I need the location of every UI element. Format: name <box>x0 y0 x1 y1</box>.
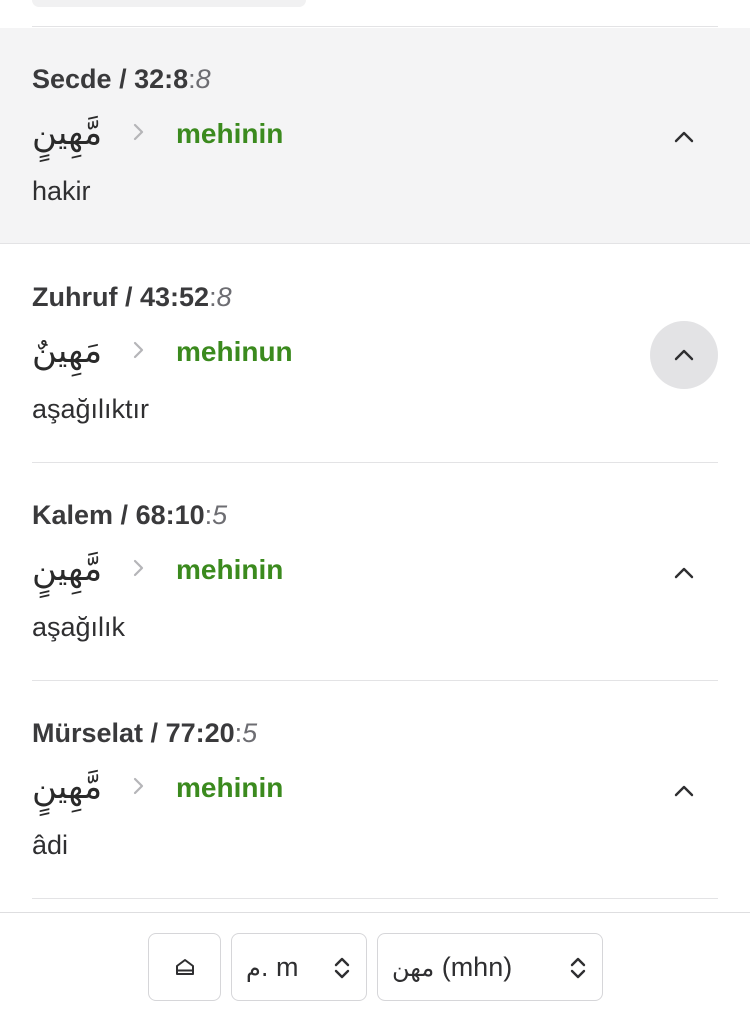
letter-select-value: م. m <box>246 952 299 983</box>
surah-name: Mürselat <box>32 718 144 748</box>
collapse-toggle[interactable] <box>650 539 718 607</box>
occurrence-row[interactable]: Mürselat / 77:20:5 مَّهِينٍ mehinin âdi <box>0 682 750 899</box>
letter-arabic: م. <box>246 953 269 982</box>
chevron-right-icon <box>132 120 146 151</box>
word-number: 5 <box>212 500 228 530</box>
root-latin: (mhn) <box>441 951 513 982</box>
surah-name: Zuhruf <box>32 282 118 312</box>
verse-reference: Secde / 32:8:8 <box>32 64 211 94</box>
chevron-up-icon <box>674 131 694 143</box>
word-number: 5 <box>242 718 258 748</box>
chevron-right-icon <box>132 774 146 805</box>
verse-reference: Zuhruf / 43:52:8 <box>32 282 232 312</box>
transliteration: mehinin <box>176 554 284 585</box>
chevron-up-icon <box>674 785 694 797</box>
root-select-value: مهن (mhn) <box>392 952 512 983</box>
arabic-word: مَّهِينٍ <box>32 113 103 153</box>
collapse-toggle[interactable] <box>650 757 718 825</box>
arabic-word: مَّهِينٍ <box>32 549 103 589</box>
arabic-word: مَهِينٌ <box>32 331 103 371</box>
letter-latin: m <box>276 951 299 982</box>
root-arabic: مهن <box>392 953 435 982</box>
divider <box>32 26 718 27</box>
meaning: aşağılık <box>32 612 126 642</box>
root-select[interactable]: مهن (mhn) <box>377 933 603 1001</box>
divider <box>32 898 718 899</box>
letter-select[interactable]: م. m <box>231 933 367 1001</box>
home-button[interactable] <box>148 933 221 1001</box>
chevron-up-icon <box>674 349 694 361</box>
chevron-up-icon <box>674 567 694 579</box>
word-occurrences-screen: Secde / 32:8:8 مَّهِينٍ mehinin hakir Zu… <box>0 0 750 1020</box>
surah-name: Kalem <box>32 500 114 530</box>
verse-number: 68:10 <box>135 500 205 530</box>
collapse-toggle[interactable] <box>650 103 718 171</box>
verse-number: 32:8 <box>134 64 189 94</box>
meaning: hakir <box>32 176 91 206</box>
chevron-right-icon <box>132 338 146 369</box>
chevron-right-icon <box>132 556 146 587</box>
chevron-up-down-icon <box>570 957 586 979</box>
verse-reference: Kalem / 68:10:5 <box>32 500 228 530</box>
meaning: âdi <box>32 830 69 860</box>
surah-name: Secde <box>32 64 112 94</box>
meaning: aşağılıktır <box>32 394 150 424</box>
search-box-edge <box>32 0 306 7</box>
verse-number: 43:52 <box>140 282 210 312</box>
occurrence-row[interactable]: Secde / 32:8:8 مَّهِينٍ mehinin hakir <box>0 28 750 244</box>
occurrence-row[interactable]: Zuhruf / 43:52:8 مَهِينٌ mehinun aşağılı… <box>0 246 750 463</box>
verse-reference: Mürselat / 77:20:5 <box>32 718 258 748</box>
word-number: 8 <box>216 282 232 312</box>
word-number: 8 <box>195 64 211 94</box>
transliteration: mehinin <box>176 772 284 803</box>
chevron-up-down-icon <box>334 957 350 979</box>
divider <box>32 680 718 681</box>
bottom-toolbar: م. m مهن (mhn) <box>0 912 750 1020</box>
verse-number: 77:20 <box>165 718 235 748</box>
transliteration: mehinin <box>176 118 284 149</box>
divider <box>32 462 718 463</box>
collapse-toggle[interactable] <box>650 321 718 389</box>
arabic-word: مَّهِينٍ <box>32 767 103 807</box>
occurrence-row[interactable]: Kalem / 68:10:5 مَّهِينٍ mehinin aşağılı… <box>0 464 750 681</box>
transliteration: mehinun <box>176 336 293 367</box>
home-icon <box>175 959 194 975</box>
